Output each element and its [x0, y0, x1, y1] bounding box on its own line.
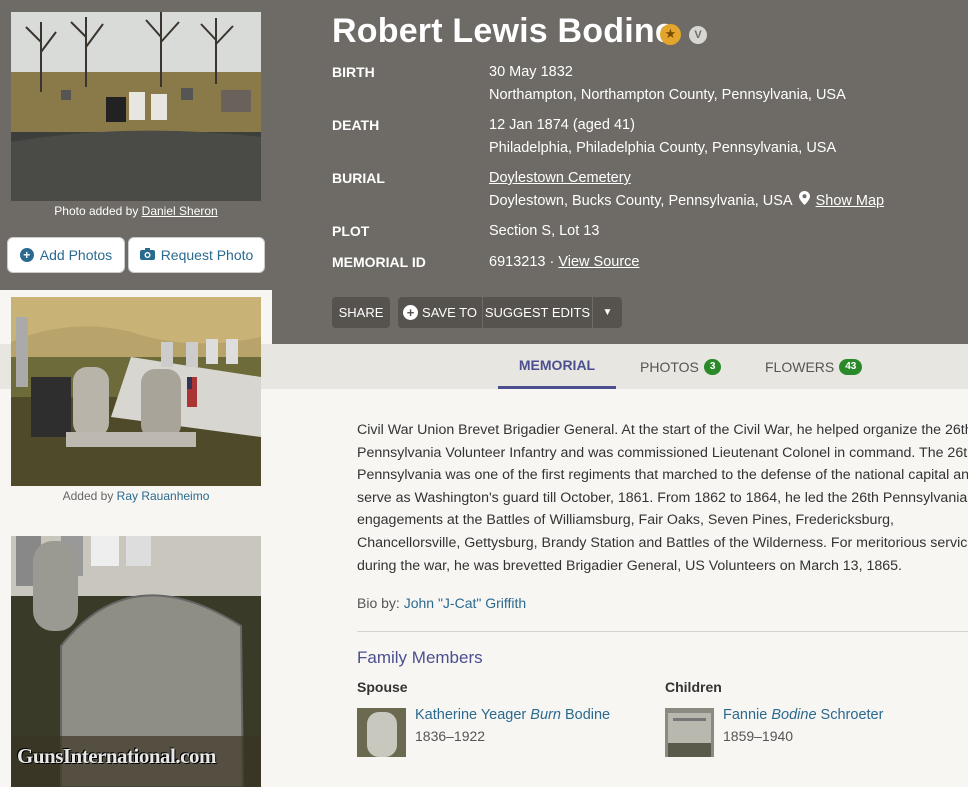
bio-line: engagements at the Battles of Williamsbu… — [357, 512, 894, 529]
more-actions-button[interactable]: ▼ — [593, 297, 622, 328]
photo-watermark: GunsInternational.com — [17, 744, 216, 768]
camera-icon — [139, 247, 155, 263]
burial-label: BURIAL — [332, 170, 385, 186]
child-thumbnail[interactable] — [665, 708, 714, 757]
tab-memorial[interactable]: MEMORIAL — [498, 344, 616, 389]
bio-by: Bio by: John "J-Cat" Griffith — [357, 595, 526, 611]
caret-down-icon: ▼ — [602, 307, 613, 318]
death-label: DEATH — [332, 117, 380, 133]
tab-flowers-label: FLOWERS — [765, 358, 835, 375]
spouse-thumbnail[interactable] — [357, 708, 406, 757]
save-to-button[interactable]: + SAVE TO — [398, 297, 483, 328]
famous-star-icon[interactable]: ★ — [660, 24, 681, 45]
bio-line: Chancellorsville, Gettysburg, Brandy Sta… — [357, 534, 968, 551]
photo1-added-by-label: Photo added by — [54, 204, 142, 218]
verified-badge-icon[interactable]: V — [689, 26, 707, 44]
memorial-id-label: MEMORIAL ID — [332, 254, 426, 270]
memorial-id-value: 6913213 · — [489, 254, 559, 270]
section-divider — [357, 631, 968, 632]
bio-author-link[interactable]: John "J-Cat" Griffith — [404, 595, 527, 611]
bio-line: Pennsylvania was one of the first regime… — [357, 467, 968, 484]
tab-flowers[interactable]: FLOWERS 43 — [765, 344, 863, 389]
tab-photos[interactable]: PHOTOS 3 — [640, 344, 722, 389]
spouse-last-name: Bodine — [560, 707, 611, 723]
burial-details: Doylestown Cemetery Doylestown, Bucks Co… — [489, 167, 884, 213]
plot-value: Section S, Lot 13 — [489, 223, 600, 239]
bio-line: Pennsylvania Volunteer Infantry and was … — [357, 444, 968, 461]
photos-count-badge: 3 — [703, 358, 722, 375]
spouse-first-name: Katherine Yeager — [415, 707, 531, 723]
photo1-caption: Photo added by Daniel Sheron — [11, 204, 261, 218]
map-pin-icon — [798, 190, 810, 213]
child-dates: 1859–1940 — [723, 728, 794, 744]
action-button-group: + SAVE TO SUGGEST EDITS ▼ — [398, 297, 622, 328]
birth-place: Northampton, Northampton County, Pennsyl… — [489, 87, 846, 103]
birth-label: BIRTH — [332, 64, 375, 80]
birth-date: 30 May 1832 — [489, 64, 573, 80]
cemetery-photo-2[interactable] — [11, 297, 261, 486]
child-first-name: Fannie — [723, 707, 772, 723]
add-circle-icon: + — [403, 305, 419, 320]
view-source-link[interactable]: View Source — [558, 254, 639, 270]
add-photos-label: Add Photos — [39, 247, 113, 263]
spouse-name-link[interactable]: Katherine Yeager Burn Bodine — [415, 707, 610, 723]
add-photos-button[interactable]: + Add Photos — [7, 237, 125, 273]
tab-photos-label: PHOTOS — [640, 358, 699, 375]
photo1-contributor-link[interactable]: Daniel Sheron — [142, 204, 218, 218]
spouse-dates: 1836–1922 — [415, 728, 486, 744]
photo2-caption: Added by Ray Rauanheimo — [11, 489, 261, 503]
children-heading: Children — [665, 679, 722, 695]
request-photo-button[interactable]: Request Photo — [128, 237, 265, 273]
child-last-name: Schroeter — [816, 707, 884, 723]
save-to-label: SAVE TO — [422, 305, 477, 320]
bio-by-label: Bio by: — [357, 595, 404, 611]
bio-line: serve as Washington's guard till October… — [357, 489, 968, 506]
bio-line: during the war, he was brevetted Brigadi… — [357, 557, 902, 574]
plot-label: PLOT — [332, 223, 370, 239]
headstone-closeup-photo[interactable]: GunsInternational.com — [11, 536, 261, 787]
bio-line: Civil War Union Brevet Brigadier General… — [357, 422, 968, 438]
main-grave-photo[interactable] — [11, 12, 261, 201]
suggest-edits-button[interactable]: SUGGEST EDITS — [483, 297, 593, 328]
family-members-heading: Family Members — [357, 648, 483, 667]
death-place: Philadelphia, Philadelphia County, Penns… — [489, 140, 837, 156]
burial-cemetery-link[interactable]: Doylestown Cemetery — [489, 170, 631, 186]
show-map-link[interactable]: Show Map — [816, 193, 885, 209]
flowers-count-badge: 43 — [839, 358, 863, 375]
biography-text: Civil War Union Brevet Brigadier General… — [357, 419, 968, 577]
death-details: 12 Jan 1874 (aged 41) Philadelphia, Phil… — [489, 114, 836, 160]
spouse-maiden-name: Burn — [530, 707, 561, 723]
memorial-name: Robert Lewis Bodine — [332, 12, 674, 50]
request-photo-label: Request Photo — [160, 247, 254, 263]
memorial-id-row: 6913213 · View Source — [489, 251, 639, 274]
tab-memorial-label: MEMORIAL — [518, 357, 596, 373]
spouse-heading: Spouse — [357, 679, 408, 695]
photo2-added-by-label: Added by — [62, 489, 117, 503]
child-maiden-name: Bodine — [771, 707, 817, 723]
add-circle-icon: + — [19, 248, 34, 262]
share-button[interactable]: SHARE — [332, 297, 390, 328]
child-name-link[interactable]: Fannie Bodine Schroeter — [723, 707, 883, 723]
death-date: 12 Jan 1874 (aged 41) — [489, 117, 635, 133]
photo2-contributor-link[interactable]: Ray Rauanheimo — [117, 489, 210, 503]
birth-details: 30 May 1832 Northampton, Northampton Cou… — [489, 61, 846, 107]
burial-place: Doylestown, Bucks County, Pennsylvania, … — [489, 193, 793, 209]
